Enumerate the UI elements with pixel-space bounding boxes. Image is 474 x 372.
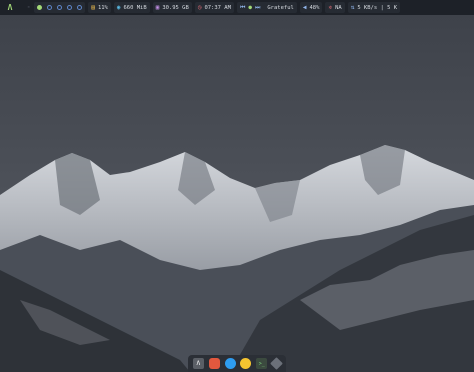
cpu-widget[interactable]: ▤ 11% bbox=[88, 2, 111, 13]
disk-widget[interactable]: ▣ 30.95 GB bbox=[152, 2, 192, 13]
track-title: Grateful bbox=[267, 4, 294, 11]
volume-widget[interactable]: ◀ 48% bbox=[299, 2, 323, 13]
workspace-switcher bbox=[34, 2, 86, 13]
speaker-icon: ◀ bbox=[302, 3, 307, 11]
memory-widget[interactable]: ◉ 660 MiB bbox=[113, 2, 150, 13]
network-widget[interactable]: ✲ NA bbox=[325, 2, 345, 13]
previous-track-icon[interactable]: ⏮ bbox=[240, 4, 245, 12]
memory-icon: ◉ bbox=[116, 3, 121, 11]
dock-browser-icon[interactable] bbox=[240, 358, 252, 369]
dock-terminal-icon[interactable]: >_ bbox=[256, 358, 268, 369]
disk-icon: ▣ bbox=[155, 3, 160, 11]
clock-widget[interactable]: ◷ 07:37 AM bbox=[194, 2, 234, 13]
launcher-logo[interactable]: Λ bbox=[0, 2, 20, 13]
dock-files-icon[interactable] bbox=[208, 358, 220, 369]
workspace-2[interactable] bbox=[47, 5, 53, 10]
clock-icon: ◷ bbox=[197, 3, 202, 11]
separator: ◦ bbox=[27, 4, 31, 11]
network-speed-value: 5 KB/s | 5 K bbox=[357, 4, 398, 11]
up-down-arrows-icon: ⇅ bbox=[350, 3, 355, 11]
dock-settings-icon[interactable] bbox=[270, 357, 283, 370]
network-speed-widget[interactable]: ⇅ 5 KB/s | 5 K bbox=[347, 2, 401, 13]
launcher-glyph: Λ bbox=[196, 360, 201, 367]
dock-launcher-icon[interactable]: Λ bbox=[192, 358, 204, 369]
memory-value: 660 MiB bbox=[123, 4, 147, 11]
network-status: NA bbox=[335, 4, 342, 11]
volume-value: 48% bbox=[309, 4, 320, 11]
disk-value: 30.95 GB bbox=[162, 4, 189, 11]
logo-icon: Λ bbox=[7, 3, 13, 12]
wallpaper-mountains bbox=[0, 0, 474, 372]
media-player: ⏮ ● ⏭ Grateful bbox=[236, 2, 297, 13]
workspace-5[interactable] bbox=[77, 5, 83, 10]
cpu-value: 11% bbox=[97, 4, 108, 11]
play-icon[interactable]: ● bbox=[248, 4, 252, 11]
terminal-glyph: >_ bbox=[258, 360, 265, 367]
workspace-3[interactable] bbox=[57, 5, 63, 10]
top-status-bar: Λ ◦ ▤ 11% ◉ 660 MiB ▣ 30.95 GB ◷ 07:37 A… bbox=[0, 0, 474, 15]
workspace-4[interactable] bbox=[67, 5, 73, 10]
dock-chat-icon[interactable] bbox=[224, 358, 236, 369]
network-icon: ✲ bbox=[328, 3, 333, 11]
dock: Λ >_ bbox=[188, 355, 286, 372]
next-track-icon[interactable]: ⏭ bbox=[255, 4, 260, 12]
workspace-1[interactable] bbox=[37, 5, 43, 10]
clock-value: 07:37 AM bbox=[204, 4, 231, 11]
chip-icon: ▤ bbox=[91, 3, 95, 11]
